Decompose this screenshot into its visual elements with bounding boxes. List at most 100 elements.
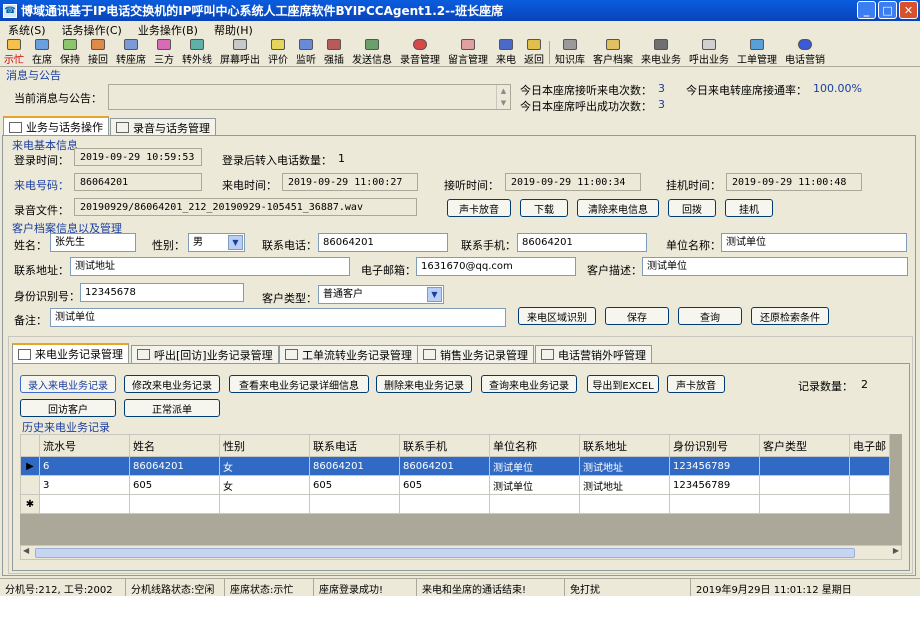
table-row[interactable]: 3 605 女 605 605 测试单位 测试地址 123456789 [20, 475, 890, 495]
col-email[interactable]: 电子邮 [849, 434, 890, 457]
customer-type-select[interactable]: 普通客户 ▼ [318, 285, 444, 304]
tb-telemarketing[interactable]: 电话营销 [781, 39, 829, 66]
tb-voicemail-mgmt[interactable]: 留言管理 [444, 39, 492, 66]
tb-retrieve[interactable]: 接回 [84, 39, 112, 66]
tb-transfer-external[interactable]: 转外线 [178, 39, 216, 66]
tb-knowledge-base[interactable]: 知识库 [551, 39, 589, 66]
address-label: 联系地址： [14, 264, 69, 277]
soundcard-play-button[interactable]: 声卡放音 [447, 199, 511, 217]
tb-busy[interactable]: 示忙 [0, 39, 28, 66]
tb-evaluate[interactable]: 评价 [264, 39, 292, 66]
tb-barge-in[interactable]: 强插 [320, 39, 348, 66]
add-record-button[interactable]: 录入来电业务记录 [20, 375, 116, 393]
maximize-button[interactable]: □ [878, 1, 897, 19]
tb-send-message[interactable]: 发送信息 [348, 39, 396, 66]
record-count-label: 记录数量： [798, 380, 853, 393]
notice-scrollbar[interactable]: ▲ ▼ [496, 85, 510, 109]
col-id-number[interactable]: 身份识别号 [669, 434, 760, 457]
scroll-left-icon[interactable]: ◀ [23, 546, 29, 555]
tb-conference[interactable]: 三方 [150, 39, 178, 66]
table-cell: 123456789 [669, 475, 760, 495]
history-table: 流水号 姓名 性别 联系电话 联系手机 单位名称 联系地址 身份识别号 客户类型… [20, 434, 890, 514]
col-name[interactable]: 姓名 [129, 434, 220, 457]
address-field[interactable]: 测试地址 [70, 257, 350, 276]
status-datetime: 2019年9月29日 11:01:12 星期日 [696, 585, 852, 596]
query-button[interactable]: 查询 [678, 307, 742, 325]
col-mobile[interactable]: 联系手机 [399, 434, 490, 457]
status-login: 座席登录成功! [314, 579, 417, 596]
tab-incoming-records[interactable]: 来电业务记录管理 [12, 343, 129, 363]
name-field[interactable]: 张先生 [50, 233, 136, 252]
delete-record-button[interactable]: 删除来电业务记录 [376, 375, 472, 393]
export-excel-button[interactable]: 导出到EXCEL [587, 375, 659, 393]
tb-transfer-agent[interactable]: 转座席 [112, 39, 150, 66]
monitor-icon [299, 39, 313, 50]
id-number-field[interactable]: 12345678 [80, 283, 244, 302]
horizontal-scrollbar[interactable]: ◀ ▶ [20, 545, 902, 560]
history-section-label: 历史来电业务记录 [22, 421, 110, 434]
current-notice-box[interactable]: ▲ ▼ [108, 84, 511, 110]
company-field[interactable]: 测试单位 [721, 233, 907, 252]
tb-return[interactable]: 返回 [520, 39, 548, 66]
menu-system[interactable]: 系统(S) [0, 22, 54, 38]
close-button[interactable]: ✕ [899, 1, 918, 19]
stat-outbound-value: 3 [658, 98, 665, 111]
col-phone[interactable]: 联系电话 [309, 434, 400, 457]
table-cell: 605 [129, 475, 220, 495]
col-customer-type[interactable]: 客户类型 [759, 434, 850, 457]
query-record-button[interactable]: 查询来电业务记录 [481, 375, 577, 393]
tab-recording-call-mgmt[interactable]: 录音与话务管理 [110, 118, 216, 136]
soundcard-play-button-2[interactable]: 声卡放音 [667, 375, 725, 393]
screen-dial-icon [233, 39, 247, 50]
revisit-customer-button[interactable]: 回访客户 [20, 399, 116, 417]
tb-ticket-mgmt[interactable]: 工单管理 [733, 39, 781, 66]
mobile-field[interactable]: 86064201 [517, 233, 647, 252]
tab-ticket-records[interactable]: 工单流转业务记录管理 [279, 345, 418, 363]
restore-search-button[interactable]: 还原检索条件 [751, 307, 829, 325]
new-row[interactable]: ✱ [20, 494, 890, 514]
tb-outgoing-business[interactable]: 呼出业务 [685, 39, 733, 66]
tb-screen-dial[interactable]: 屏幕呼出 [216, 39, 264, 66]
scroll-right-icon[interactable]: ▶ [893, 546, 899, 555]
email-field[interactable]: 1631670@qq.com [416, 257, 576, 276]
phone-field[interactable]: 86064201 [318, 233, 448, 252]
tb-monitor[interactable]: 监听 [292, 39, 320, 66]
tab-telemarketing[interactable]: 电话营销外呼管理 [535, 345, 652, 363]
tb-incoming-business[interactable]: 来电业务 [637, 39, 685, 66]
col-address[interactable]: 联系地址 [579, 434, 670, 457]
area-identify-button[interactable]: 来电区域识别 [518, 307, 596, 325]
answer-time-field: 2019-09-29 11:00:34 [505, 173, 641, 191]
download-button[interactable]: 下载 [520, 199, 568, 217]
menu-business-ops[interactable]: 业务操作(B) [130, 22, 206, 38]
table-row[interactable]: ▶ 6 86064201 女 86064201 86064201 测试单位 测试… [20, 456, 890, 476]
save-button[interactable]: 保存 [605, 307, 669, 325]
edit-record-button[interactable]: 修改来电业务记录 [124, 375, 220, 393]
clear-call-info-button[interactable]: 清除来电信息 [577, 199, 659, 217]
stat-rate-label: 今日来电转座席接通率： [686, 84, 807, 97]
caller-number-label: 来电号码： [14, 179, 69, 192]
remark-field[interactable]: 测试单位 [50, 308, 506, 327]
col-gender[interactable]: 性别 [219, 434, 310, 457]
col-serial[interactable]: 流水号 [39, 434, 130, 457]
menu-call-ops[interactable]: 话务操作(C) [54, 22, 130, 38]
tb-hold[interactable]: 保持 [56, 39, 84, 66]
callback-button[interactable]: 回拨 [668, 199, 716, 217]
hangup-button[interactable]: 挂机 [725, 199, 773, 217]
tb-incoming[interactable]: 来电 [492, 39, 520, 66]
tb-recording-mgmt[interactable]: 录音管理 [396, 39, 444, 66]
scroll-thumb[interactable] [35, 548, 855, 558]
incoming-business-icon [654, 39, 668, 50]
col-company[interactable]: 单位名称 [489, 434, 580, 457]
tab-outgoing-records[interactable]: 呼出[回访]业务记录管理 [131, 345, 279, 363]
description-field[interactable]: 测试单位 [642, 257, 908, 276]
tb-available[interactable]: 在席 [28, 39, 56, 66]
dispatch-ticket-button[interactable]: 正常派单 [124, 399, 220, 417]
menu-help[interactable]: 帮助(H) [206, 22, 261, 38]
hangup-time-label: 挂机时间： [666, 179, 721, 192]
tb-customer-archive[interactable]: 客户档案 [589, 39, 637, 66]
minimize-button[interactable]: _ [857, 1, 876, 19]
gender-select[interactable]: 男 ▼ [188, 233, 245, 252]
view-record-detail-button[interactable]: 查看来电业务记录详细信息 [229, 375, 369, 393]
tab-business-call-ops[interactable]: 业务与话务操作 [3, 116, 109, 136]
tab-sales-records[interactable]: 销售业务记录管理 [417, 345, 534, 363]
